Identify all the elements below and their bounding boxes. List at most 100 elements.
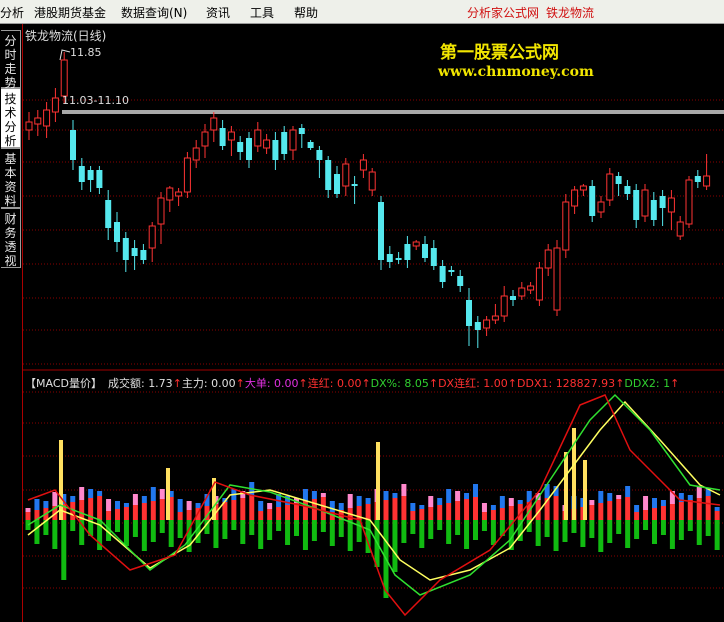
volume-down-bar [329,520,335,546]
volume-down-bar [61,520,67,580]
candle-body [527,285,535,291]
indicator-name[interactable]: 【MACD量价】 [25,377,102,390]
candle-body [650,200,657,220]
candle-body [263,139,271,149]
volume-down-bar [535,520,541,546]
volume-up-bar [499,508,505,520]
up-arrow-icon: ↑ [172,377,182,390]
volume-up-bar [508,506,514,520]
volume-cap-bar [392,493,398,498]
candle-body [571,189,579,207]
high-price-label: 11.85 [70,46,102,59]
volume-cap-bar [159,489,165,499]
volume-down-bar [52,520,58,549]
candle-body [43,109,51,127]
volume-cap-bar [634,505,640,512]
volume-cap-bar [419,505,425,509]
candle-body [246,138,252,160]
volume-down-bar [213,520,219,548]
volume-up-bar [410,511,416,520]
candle-body [25,121,33,131]
candle-body [500,295,508,317]
volume-up-bar [705,496,711,520]
candle-body [518,287,526,297]
volume-up-bar [481,512,487,520]
indicator-readout: 【MACD量价】 成交额: 1.73↑主力: 0.00↑大单: 0.00↑连红: … [25,375,679,390]
volume-up-bar [115,509,120,520]
volume-spike-bar [166,468,170,520]
volume-cap-bar [347,494,353,508]
indicator-item: DDX2: 1↑ [624,377,679,390]
volume-up-bar [553,496,559,520]
volume-down-bar [338,520,344,537]
indicator-item-value: 128827.93 [555,377,616,390]
volume-down-bar [428,520,434,539]
volume-down-bar [643,520,649,530]
volume-cap-bar [437,498,443,505]
candle-body [307,142,314,148]
indicator-item-label: 连红: [307,377,337,390]
volume-down-bar [150,520,156,542]
volume-up-bar [464,499,470,520]
volume-up-bar [97,496,103,520]
candle-body [351,184,358,186]
volume-down-bar [473,520,478,540]
volume-up-bar [652,508,657,520]
indicator-item-value: 8.05 [404,377,429,390]
volume-up-bar [294,503,299,520]
volume-down-bar [222,520,228,539]
volume-down-bar [607,520,613,543]
volume-down-bar [195,520,201,543]
candle-body [122,238,129,260]
candle-body [219,128,226,146]
volume-down-bar [401,520,407,543]
volume-up-bar [473,497,478,520]
candle-body [448,270,455,272]
candle-body [316,150,323,160]
volume-cap-bar [383,491,389,500]
volume-down-bar [168,520,174,547]
volume-down-bar [464,520,470,549]
indicator-item: 主力: 0.00↑ [182,377,245,390]
candle-body [615,176,622,184]
volume-down-bar [669,520,675,549]
candle-body [281,132,288,154]
candle-body [553,247,561,311]
volume-up-bar [392,498,398,520]
volume-cap-bar [79,487,85,500]
volume-cap-bar [625,486,631,497]
volume-down-bar [177,520,183,538]
volume-down-bar [714,520,720,550]
candle-body [544,249,552,269]
volume-down-bar [580,520,586,547]
candle-body [114,222,120,242]
volume-up-bar [240,498,246,520]
volume-cap-bar [186,501,192,510]
indicator-item-label: 大单: [244,377,275,390]
volume-cap-bar [660,500,666,506]
indicator-item: DX%: 8.05↑ [371,377,438,390]
volume-down-bar [267,520,273,540]
volume-cap-bar [455,491,461,501]
candle-body [483,319,491,329]
indicator-item: 连红: 0.00↑ [308,377,371,390]
candle-body [667,197,675,213]
candle-body [624,186,631,194]
volume-cap-bar [311,491,317,499]
candle-body [325,160,332,190]
candle-body [334,174,340,194]
volume-up-bar [678,502,684,520]
candle-body [641,189,649,217]
volume-up-bar [383,500,389,520]
indicator-item: DDX1: 128827.93↑ [517,377,624,390]
volume-cap-bar [589,500,595,505]
candle-body [457,276,464,286]
volume-cap-bar [714,507,720,511]
candle-body [342,163,350,187]
volume-down-bar [320,520,326,532]
volume-down-bar [589,520,595,538]
volume-down-bar [490,520,496,545]
candle-body [404,244,411,260]
up-arrow-icon: ↑ [428,377,439,390]
volume-down-bar [598,520,604,552]
